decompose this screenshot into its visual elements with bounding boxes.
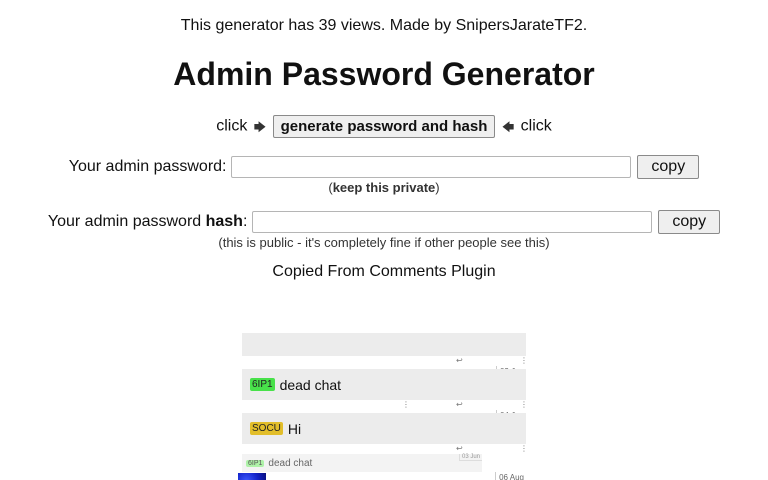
page-title: Admin Password Generator [173, 56, 595, 92]
comment-text: dead chat [279, 376, 342, 393]
reply-icon[interactable]: ↩ [456, 444, 463, 453]
hash-field[interactable] [251, 211, 652, 233]
comment-item: SOCU Hi [242, 413, 526, 444]
comment-header: 06 Aug [238, 472, 526, 480]
hash-label: Your admin password hash: [48, 213, 248, 230]
comment-meta: ↩ ⋮ 03 Jun [242, 356, 528, 377]
hash-label-bold: hash [205, 213, 243, 230]
password-field[interactable] [230, 156, 631, 178]
comment-meta: ⋮ ↩ ⋮ 04 Jun [242, 400, 528, 421]
comments-plugin: ↩ ⋮ 03 Jun 6IP1 dead chat ⋮ ↩ ⋮ 04 Jun S… [238, 333, 528, 480]
generate-row: click 🡆 generate password and hash 🡄 cli… [0, 115, 768, 139]
click-hint-right: click [520, 117, 552, 135]
avatar [238, 473, 266, 480]
quoted-text: dead chat [268, 457, 313, 469]
user-tag: SOCU [250, 422, 283, 435]
options-icon[interactable]: ⋮ [402, 400, 410, 409]
hash-label-suffix: : [242, 213, 248, 230]
comment-meta: ↩ ⋮ [242, 444, 528, 454]
password-hint: (keep this private) [0, 180, 768, 195]
comment-input-area[interactable] [242, 333, 526, 356]
comment-date: 06 Aug [495, 472, 526, 480]
comment-item: 6IP1 dead chat [242, 369, 526, 400]
copy-password-button[interactable]: copy [637, 155, 700, 179]
options-icon[interactable]: ⋮ [520, 444, 528, 453]
views-counter: This generator has 39 views. Made by Sni… [180, 17, 588, 34]
hash-label-prefix: Your admin password [47, 213, 206, 230]
arrow-left-icon: 🡄 [501, 119, 515, 134]
quoted-date: 03 Jun [458, 454, 482, 461]
user-tag: 6IP1 [246, 459, 265, 467]
hint-paren-close: ) [435, 180, 440, 195]
options-icon[interactable]: ⋮ [520, 356, 528, 365]
hash-hint: (this is public - it's completely fine i… [218, 235, 550, 250]
comment-text: Hi [287, 420, 302, 437]
options-icon[interactable]: ⋮ [520, 400, 528, 409]
generate-button[interactable]: generate password and hash [272, 115, 496, 138]
reply-icon[interactable]: ↩ [456, 400, 463, 409]
password-row: Your admin password: copy [0, 155, 768, 179]
click-hint-left: click [216, 117, 248, 135]
arrow-right-icon: 🡆 [253, 119, 267, 134]
user-tag: 6IP1 [250, 378, 275, 391]
page: This generator has 39 views. Made by Sni… [0, 0, 768, 480]
copied-from-label: Copied From Comments Plugin [272, 263, 496, 280]
private-warning: keep this private [332, 180, 436, 195]
password-label: Your admin password: [68, 158, 227, 175]
hash-row: Your admin password hash: copy [0, 210, 768, 234]
quoted-reply: 6IP1 dead chat 03 Jun [242, 454, 482, 472]
reply-icon[interactable]: ↩ [456, 356, 463, 365]
copy-hash-button[interactable]: copy [658, 210, 721, 234]
